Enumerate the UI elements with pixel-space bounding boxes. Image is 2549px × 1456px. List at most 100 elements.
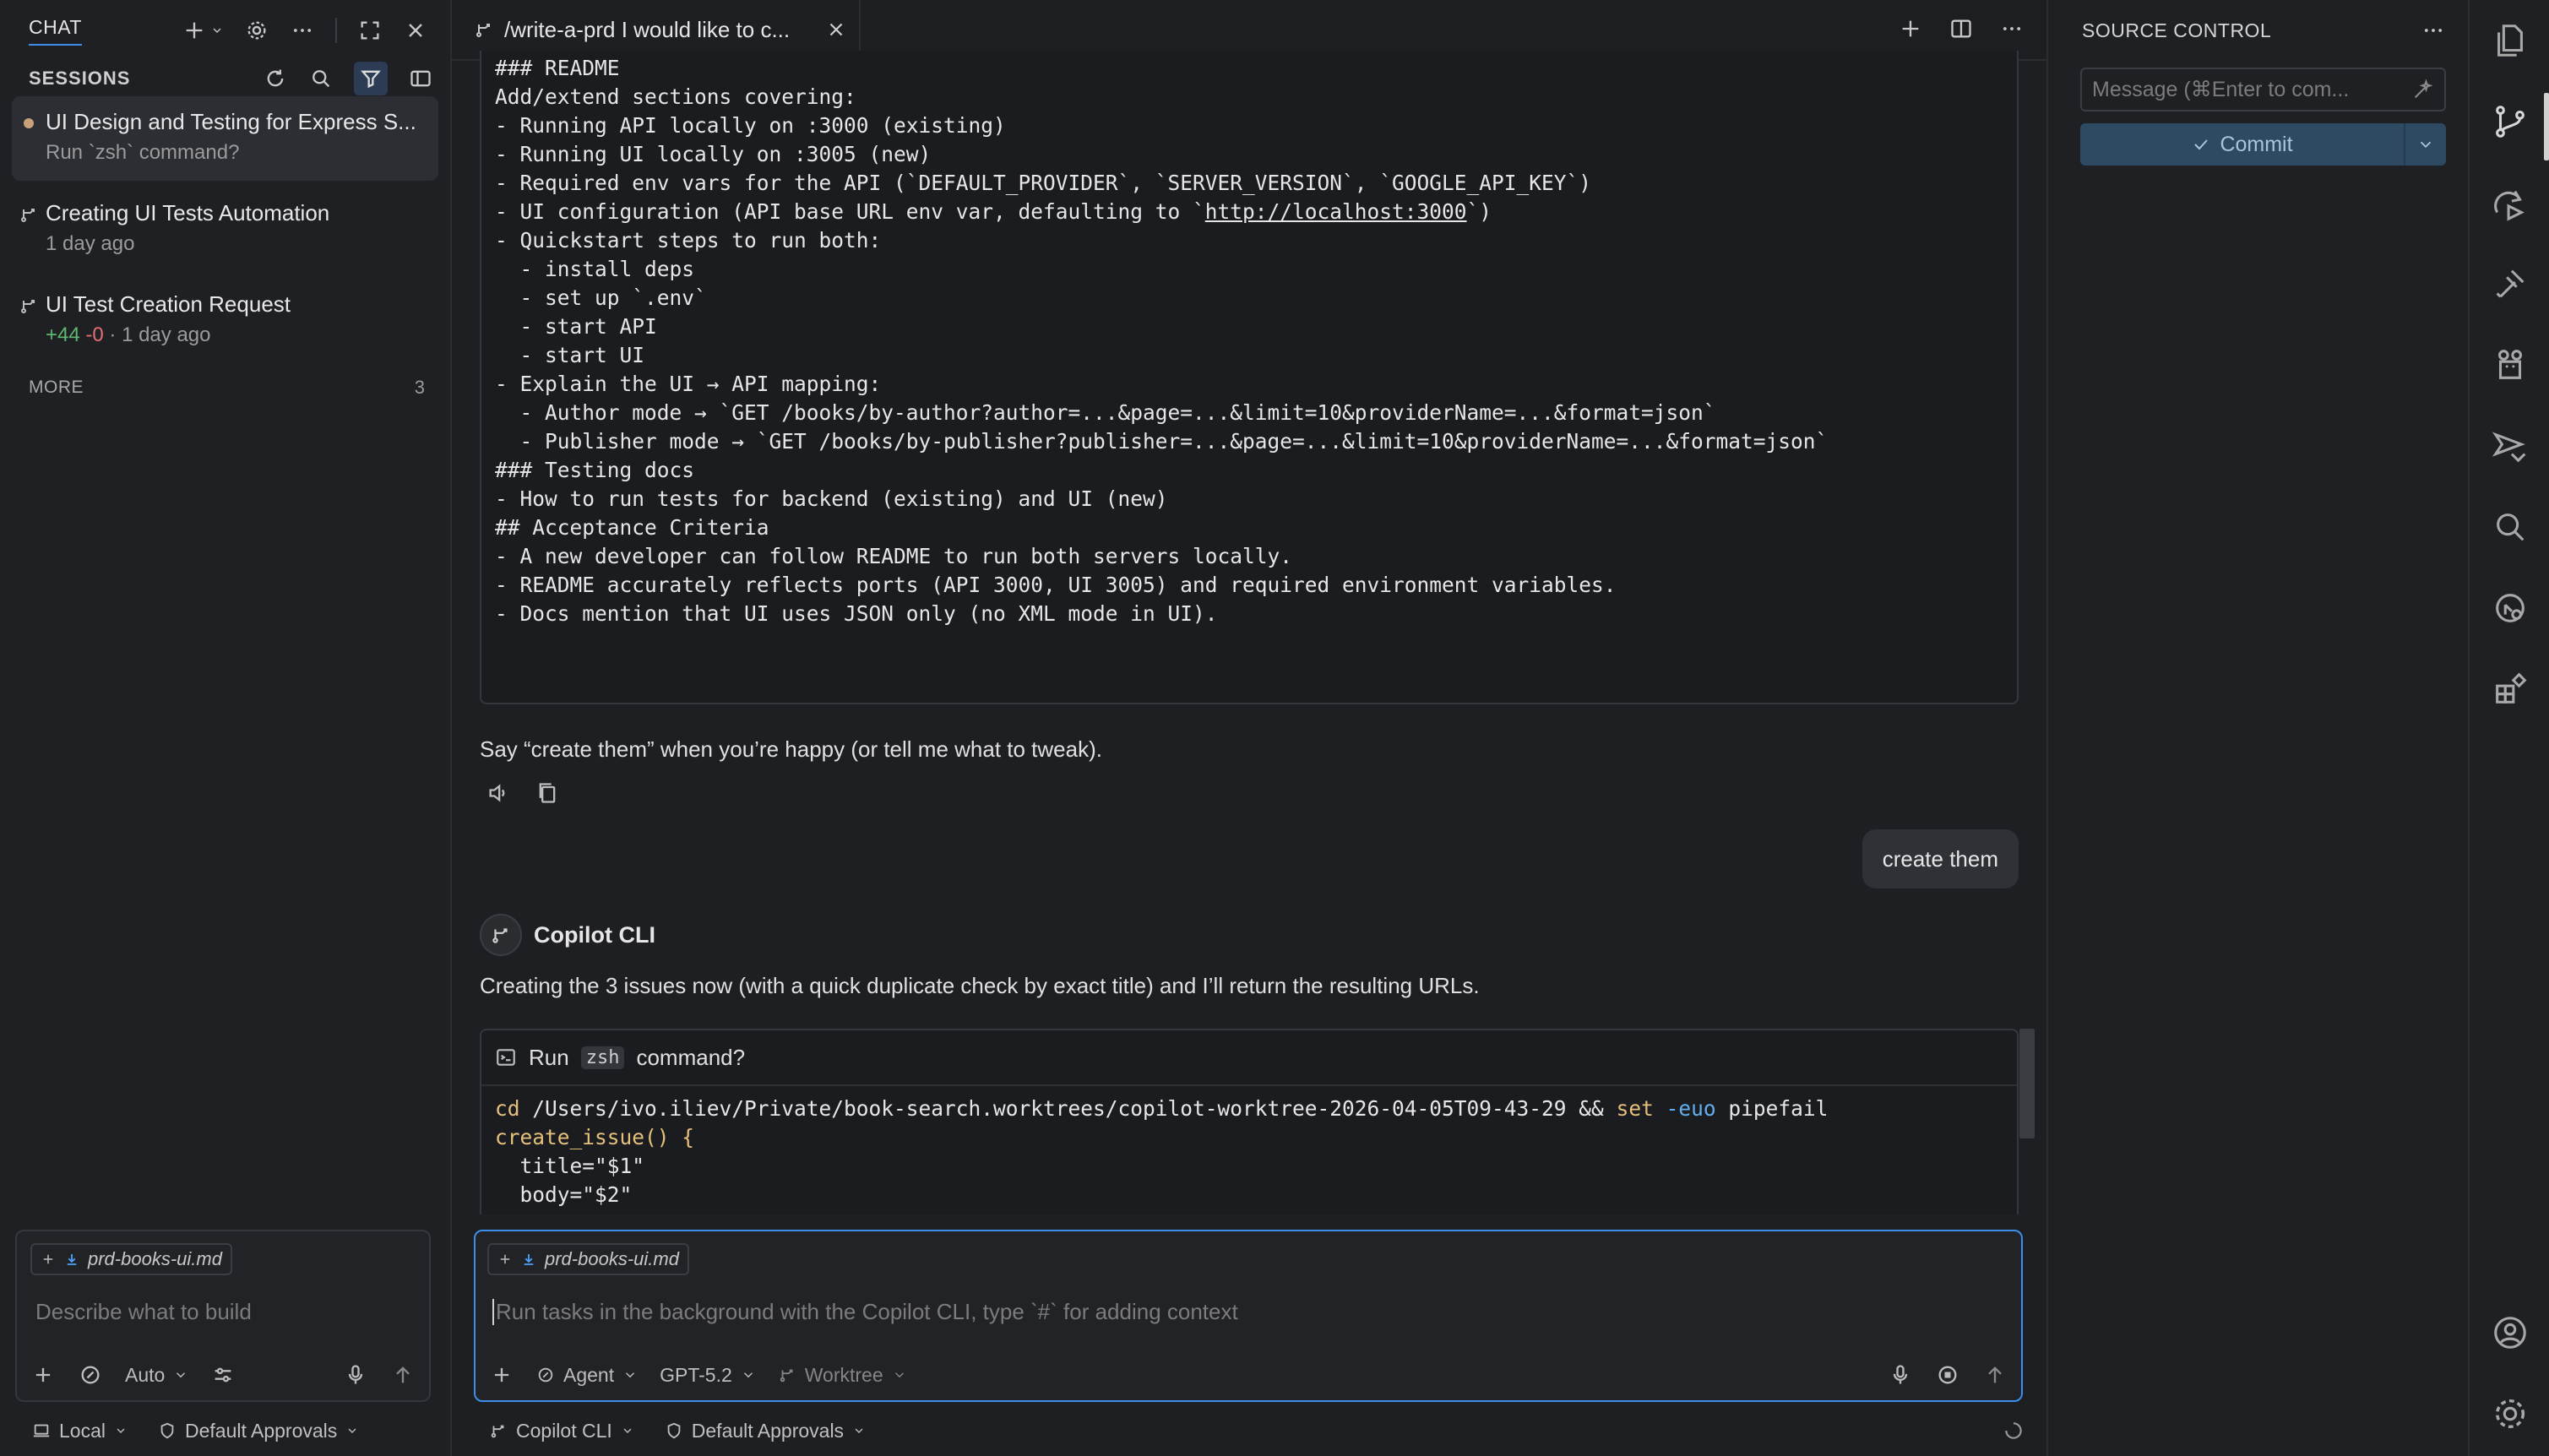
search-icon[interactable]	[308, 66, 334, 91]
copy-icon[interactable]	[535, 780, 560, 806]
worktree-branch-icon	[780, 1369, 793, 1383]
model-picker-label: Auto	[125, 1363, 166, 1386]
chevron-down-icon	[743, 1372, 753, 1378]
commit-message-input[interactable]: Message (⌘Enter to com...	[2080, 68, 2446, 111]
session-item[interactable]: UI Test Creation Request +44 -0 · 1 day …	[12, 279, 438, 363]
code-text: `)	[1466, 199, 1492, 224]
commit-button[interactable]: Commit	[2080, 123, 2446, 166]
command-line: create_issue() {	[495, 1125, 695, 1149]
editor-panel: /write-a-prd I would like to c... ### RE…	[452, 0, 2046, 1456]
agent-mode-picker[interactable]: Agent	[536, 1364, 638, 1387]
cli-picker[interactable]: Copilot CLI	[489, 1420, 634, 1442]
cli-status-bar: Copilot CLI Default Approvals	[489, 1414, 2025, 1448]
attach-plus-icon[interactable]	[30, 1362, 56, 1388]
agent-mode-icon[interactable]	[78, 1362, 103, 1388]
commit-dropdown[interactable]	[2404, 123, 2446, 166]
new-chat-plus-icon[interactable]	[182, 18, 207, 43]
microphone-icon[interactable]	[343, 1362, 368, 1388]
user-message: create them	[1861, 829, 2019, 888]
approvals-picker[interactable]: Default Approvals	[158, 1420, 359, 1442]
cli-input-toolbar: Agent GPT-5.2 Worktree	[489, 1358, 2008, 1392]
session-time: · 1 day ago	[109, 323, 211, 346]
message-actions	[486, 780, 560, 806]
send-arrow-icon[interactable]	[390, 1362, 416, 1388]
context-file-name: prd-books-ui.md	[88, 1248, 222, 1269]
manage-gear-icon[interactable]	[2470, 1388, 2549, 1439]
approvals-picker[interactable]: Default Approvals	[665, 1420, 866, 1442]
session-item[interactable]: Creating UI Tests Automation 1 day ago	[12, 187, 438, 272]
read-aloud-speaker-icon[interactable]	[486, 780, 511, 806]
session-title: UI Design and Testing for Express S...	[46, 109, 416, 134]
stop-icon[interactable]	[1935, 1362, 1960, 1388]
worktree-label: Worktree	[804, 1363, 883, 1386]
search-icon[interactable]	[2470, 502, 2549, 552]
add-context-plus-icon[interactable]	[497, 1252, 513, 1267]
account-icon[interactable]	[2470, 1307, 2549, 1358]
chat-titlebar: CHAT	[0, 0, 450, 61]
settings-sliders-icon[interactable]	[210, 1362, 236, 1388]
maximize-icon[interactable]	[357, 18, 383, 43]
cmd-keyword: set	[1616, 1096, 1654, 1121]
terminal-icon	[497, 1049, 515, 1066]
testing-flask-icon[interactable]	[2470, 258, 2549, 309]
code-line: - Running UI locally on :3005 (new)	[495, 142, 932, 166]
microphone-icon[interactable]	[1888, 1362, 1913, 1388]
source-control-icon[interactable]	[2470, 96, 2549, 147]
run-debug-icon[interactable]	[2470, 177, 2549, 228]
chat-scrollbar[interactable]	[2019, 1029, 2035, 1138]
extensions-icon[interactable]	[2470, 664, 2549, 714]
refresh-icon[interactable]	[263, 66, 288, 91]
github-copilot-icon[interactable]	[2470, 583, 2549, 633]
add-context-plus-icon[interactable]	[41, 1252, 56, 1267]
split-editor-icon[interactable]	[1948, 16, 1974, 41]
close-icon[interactable]	[403, 18, 428, 43]
cmd-and: &&	[1579, 1096, 1617, 1121]
chevron-down-icon[interactable]	[210, 18, 224, 43]
model-picker[interactable]: Auto	[125, 1364, 188, 1387]
gear-icon[interactable]	[244, 18, 269, 43]
chevron-down-icon	[623, 1428, 632, 1433]
chat-tab[interactable]: CHAT	[29, 16, 82, 46]
run-prefix: Run	[529, 1044, 569, 1070]
commit-main[interactable]: Commit	[2080, 133, 2404, 157]
worktree-picker[interactable]: Worktree	[778, 1364, 907, 1387]
sparkle-generate-icon[interactable]	[2410, 77, 2436, 102]
markdown-file-icon	[67, 1254, 77, 1265]
remote-deploy-icon[interactable]	[2470, 421, 2549, 471]
docker-bear-icon[interactable]	[2470, 340, 2549, 390]
more-icon[interactable]	[290, 18, 315, 43]
location-picker[interactable]: Local	[32, 1420, 128, 1442]
cli-input-placeholder[interactable]: Run tasks in the background with the Cop…	[492, 1299, 1238, 1325]
attach-plus-icon[interactable]	[489, 1362, 514, 1388]
source-control-panel: SOURCE CONTROL Message (⌘Enter to com...…	[2046, 0, 2468, 1456]
toolbar-divider	[335, 18, 337, 43]
copilot-cli-avatar	[480, 914, 522, 956]
context-file-chip[interactable]: prd-books-ui.md	[30, 1243, 232, 1275]
command-line: title="$1"	[495, 1154, 645, 1178]
chat-input-placeholder[interactable]: Describe what to build	[35, 1299, 252, 1325]
run-command-header: Run zsh command?	[481, 1030, 2017, 1086]
localhost-link[interactable]: http://localhost:3000	[1205, 199, 1467, 224]
session-item[interactable]: UI Design and Testing for Express S... R…	[12, 96, 438, 181]
context-file-chip[interactable]: prd-books-ui.md	[487, 1243, 689, 1275]
more-icon[interactable]	[1999, 16, 2025, 41]
cli-input-box[interactable]: prd-books-ui.md Run tasks in the backgro…	[474, 1230, 2023, 1402]
cmd-flag: -euo	[1653, 1096, 1716, 1121]
agent-name: Copilot CLI	[534, 921, 655, 948]
explorer-files-icon[interactable]	[2470, 15, 2549, 66]
agent-header: Copilot CLI	[480, 914, 655, 956]
shield-icon	[160, 1422, 174, 1439]
worktree-branch-icon	[491, 1425, 504, 1438]
code-line: - Publisher mode → `GET /books/by-publis…	[495, 429, 1829, 454]
more-icon[interactable]	[2421, 18, 2446, 43]
chat-panel: CHAT SESSIONS UI Design and Testing for …	[0, 0, 452, 1456]
filter-icon[interactable]	[354, 62, 388, 95]
new-tab-plus-icon[interactable]	[1898, 16, 1923, 41]
model-picker[interactable]: GPT-5.2	[660, 1364, 756, 1387]
sidebar-toggle-icon[interactable]	[408, 66, 433, 91]
chat-input-box[interactable]: prd-books-ui.md Describe what to build A…	[15, 1230, 431, 1402]
close-tab-icon[interactable]	[825, 19, 847, 41]
more-sessions-toggle[interactable]: MORE 3	[0, 367, 450, 409]
send-arrow-icon[interactable]	[1982, 1362, 2008, 1388]
agent-mode-label: Agent	[563, 1363, 615, 1386]
